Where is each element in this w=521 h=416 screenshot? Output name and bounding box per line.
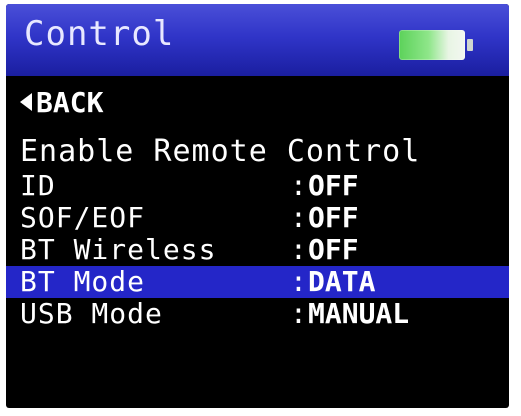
menu-item-separator: :	[290, 297, 307, 330]
menu-item-separator: :	[290, 233, 307, 266]
menu-item-value: OFF	[308, 169, 359, 202]
screen-title: Control	[24, 14, 175, 54]
menu-item-value: OFF	[308, 233, 359, 266]
triangle-left-icon	[20, 93, 32, 111]
battery-fill	[399, 30, 465, 60]
menu-item-label: BT Wireless	[20, 233, 217, 266]
menu-item-value: DATA	[308, 265, 376, 298]
menu-item-value: MANUAL	[308, 297, 410, 330]
menu-item-id[interactable]: ID : OFF	[6, 170, 509, 202]
menu-item-label: USB Mode	[20, 297, 163, 330]
battery-terminal	[467, 39, 473, 51]
menu-item-separator: :	[290, 169, 307, 202]
menu-item-usb-mode[interactable]: USB Mode : MANUAL	[6, 298, 509, 330]
device-screen: Control BACK Enable Remote Control ID : …	[6, 4, 509, 408]
menu-item-label: ID	[20, 169, 56, 202]
battery-icon	[399, 30, 473, 60]
menu-item-bt-wireless[interactable]: BT Wireless : OFF	[6, 234, 509, 266]
section-heading: Enable Remote Control	[20, 134, 421, 169]
menu-item-separator: :	[290, 201, 307, 234]
menu-item-value: OFF	[308, 201, 359, 234]
menu-item-separator: :	[290, 265, 307, 298]
title-bar: Control	[6, 4, 509, 76]
menu-item-sof-eof[interactable]: SOF/EOF : OFF	[6, 202, 509, 234]
menu-item-label: SOF/EOF	[20, 201, 146, 234]
menu-item-label: BT Mode	[20, 265, 146, 298]
settings-menu: ID : OFF SOF/EOF : OFF BT Wireless : OFF…	[6, 170, 509, 330]
menu-item-bt-mode[interactable]: BT Mode : DATA	[6, 266, 509, 298]
back-button[interactable]: BACK	[20, 84, 103, 120]
back-label: BACK	[36, 85, 104, 119]
